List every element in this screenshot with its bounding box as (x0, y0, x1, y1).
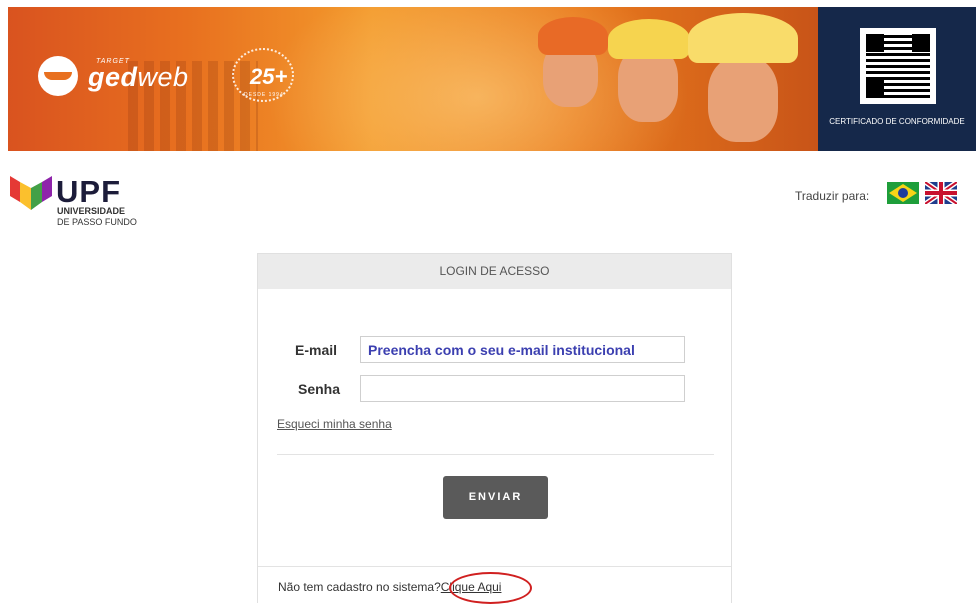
certificate-label: CERTIFICADO DE CONFORMIDADE (829, 117, 965, 126)
upf-logo-line2: DE PASSO FUNDO (57, 217, 137, 227)
brazil-flag-icon[interactable] (887, 182, 919, 204)
password-label: Senha (298, 381, 341, 397)
email-input[interactable] (360, 336, 685, 363)
anniversary-number: 25+ (250, 64, 288, 89)
upf-logo-icon (10, 176, 52, 210)
anniversary-subtitle: DESDE 1994 (244, 92, 284, 98)
helmet-2 (608, 19, 690, 59)
helmet-3 (688, 13, 798, 63)
uk-flag-icon[interactable] (925, 182, 957, 204)
highlight-circle (449, 572, 532, 604)
brand-name-ged: ged (88, 62, 138, 92)
forgot-password-link[interactable]: Esqueci minha senha (277, 417, 392, 431)
email-label: E-mail (295, 342, 338, 358)
qr-code-pattern (866, 34, 930, 98)
password-input[interactable] (360, 375, 685, 402)
translate-label: Traduzir para: (795, 189, 870, 203)
brand-name: gedweb (88, 62, 189, 93)
login-card-header: LOGIN DE ACESSO (258, 254, 731, 289)
worker-face-3 (708, 57, 778, 142)
gedweb-logo-icon (38, 56, 78, 96)
card-divider (277, 454, 714, 455)
upf-logo-line1: UNIVERSIDADE (57, 206, 126, 216)
upf-logo-text: UPF (56, 174, 121, 209)
card-footer-divider (258, 566, 731, 567)
helmet-1 (538, 17, 608, 55)
submit-button[interactable]: ENVIAR (443, 476, 548, 519)
no-account-question: Não tem cadastro no sistema? (278, 580, 441, 594)
login-card: LOGIN DE ACESSO E-mail Senha Esqueci min… (257, 253, 732, 604)
brand-name-web: web (137, 62, 189, 92)
